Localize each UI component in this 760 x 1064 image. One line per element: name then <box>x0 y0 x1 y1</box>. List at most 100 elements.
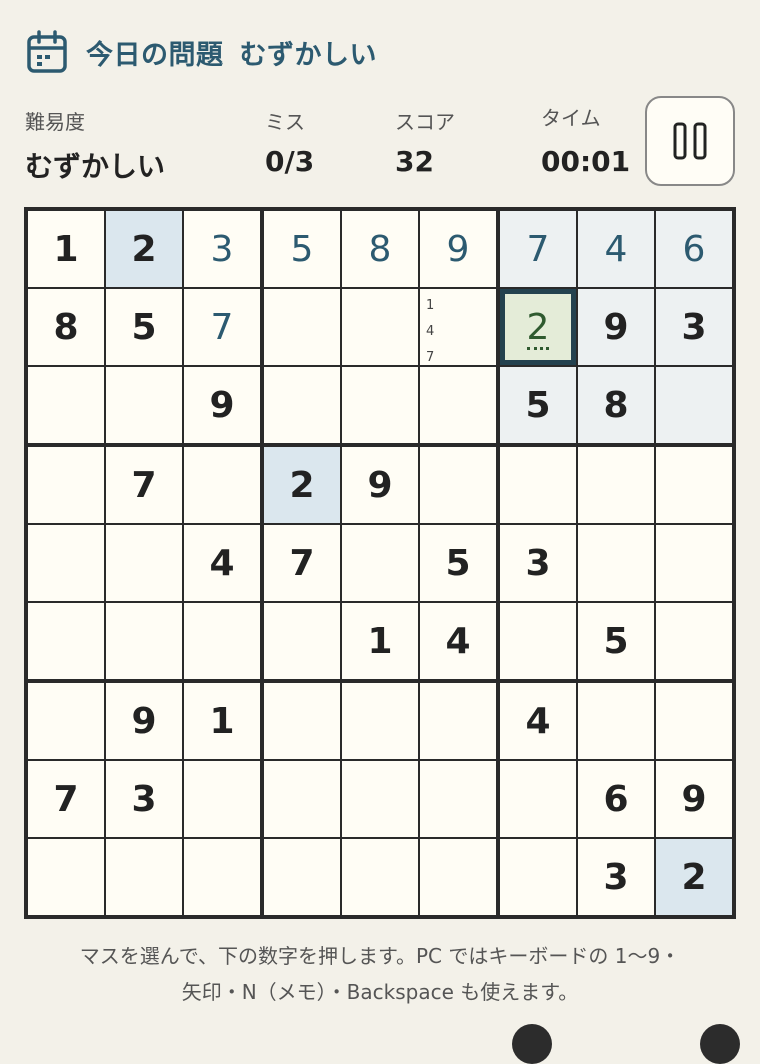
sudoku-cell-r5c6[interactable]: 5 <box>420 525 496 601</box>
sudoku-cell-r3c4[interactable] <box>264 367 340 443</box>
sudoku-cell-r6c2[interactable] <box>106 603 182 679</box>
title-level: むずかしい <box>239 39 377 71</box>
stat-mistakes: ミス 0/3 <box>265 106 314 178</box>
sudoku-cell-r3c8[interactable]: 8 <box>578 367 654 443</box>
sudoku-cell-r9c3[interactable] <box>184 839 260 915</box>
sudoku-cell-r4c7[interactable] <box>500 447 576 523</box>
sudoku-cell-r8c1[interactable]: 7 <box>28 761 104 837</box>
sudoku-cell-r4c5[interactable]: 9 <box>342 447 418 523</box>
sudoku-cell-r1c2[interactable]: 2 <box>106 211 182 287</box>
sudoku-cell-r9c9[interactable]: 2 <box>656 839 732 915</box>
sudoku-cell-r5c7[interactable]: 3 <box>500 525 576 601</box>
sudoku-cell-r7c1[interactable] <box>28 683 104 759</box>
sudoku-cell-r2c4[interactable] <box>264 289 340 365</box>
sudoku-cell-r4c4[interactable]: 2 <box>264 447 340 523</box>
sudoku-cell-r2c6[interactable]: 147 <box>420 289 496 365</box>
sudoku-cell-r8c4[interactable] <box>264 761 340 837</box>
mistakes-value: 0/3 <box>265 145 315 178</box>
sudoku-cell-r8c3[interactable] <box>184 761 260 837</box>
sudoku-cell-r7c5[interactable] <box>342 683 418 759</box>
sudoku-cell-r2c2[interactable]: 5 <box>106 289 182 365</box>
sudoku-cell-r9c5[interactable] <box>342 839 418 915</box>
sudoku-cell-r6c8[interactable]: 5 <box>578 603 654 679</box>
sudoku-cell-r1c9[interactable]: 6 <box>656 211 732 287</box>
sudoku-cell-r2c5[interactable] <box>342 289 418 365</box>
instructions-line-1: マスを選んで、下の数字を押します。PC ではキーボードの 1〜9・ <box>79 944 681 968</box>
sudoku-cell-r7c6[interactable] <box>420 683 496 759</box>
control-button-partial[interactable] <box>700 1024 740 1064</box>
time-label: タイム <box>541 106 601 130</box>
sudoku-cell-r1c6[interactable]: 9 <box>420 211 496 287</box>
stat-difficulty: 難易度 むずかしい <box>25 106 165 185</box>
sudoku-cell-r3c5[interactable] <box>342 367 418 443</box>
sudoku-cell-r6c1[interactable] <box>28 603 104 679</box>
sudoku-cell-r3c7[interactable]: 5 <box>500 367 576 443</box>
stat-score: スコア 32 <box>395 106 455 178</box>
sudoku-cell-r6c5[interactable]: 1 <box>342 603 418 679</box>
sudoku-cell-r5c4[interactable]: 7 <box>264 525 340 601</box>
sudoku-cell-r7c4[interactable] <box>264 683 340 759</box>
sudoku-cell-r6c6[interactable]: 4 <box>420 603 496 679</box>
stat-time: タイム 00:01 <box>541 102 630 178</box>
sudoku-cell-r1c3[interactable]: 3 <box>184 211 260 287</box>
sudoku-cell-r9c4[interactable] <box>264 839 340 915</box>
sudoku-cell-r1c7[interactable]: 7 <box>500 211 576 287</box>
sudoku-cell-r1c1[interactable]: 1 <box>28 211 104 287</box>
sudoku-cell-r6c9[interactable] <box>656 603 732 679</box>
sudoku-cell-r6c7[interactable] <box>500 603 576 679</box>
sudoku-cell-r5c5[interactable] <box>342 525 418 601</box>
sudoku-cell-r8c7[interactable] <box>500 761 576 837</box>
sudoku-cell-r9c7[interactable] <box>500 839 576 915</box>
sudoku-cell-r8c6[interactable] <box>420 761 496 837</box>
sudoku-cell-r6c4[interactable] <box>264 603 340 679</box>
sudoku-cell-r5c1[interactable] <box>28 525 104 601</box>
sudoku-cell-r5c8[interactable] <box>578 525 654 601</box>
sudoku-cell-r4c1[interactable] <box>28 447 104 523</box>
sudoku-cell-r8c2[interactable]: 3 <box>106 761 182 837</box>
sudoku-cell-r7c2[interactable]: 9 <box>106 683 182 759</box>
sudoku-cell-r5c9[interactable] <box>656 525 732 601</box>
sudoku-cell-r3c9[interactable] <box>656 367 732 443</box>
header: 今日の問題 むずかしい <box>26 28 393 76</box>
sudoku-cell-r8c9[interactable]: 9 <box>656 761 732 837</box>
sudoku-cell-r3c3[interactable]: 9 <box>184 367 260 443</box>
sudoku-cell-r7c8[interactable] <box>578 683 654 759</box>
sudoku-cell-r5c2[interactable] <box>106 525 182 601</box>
sudoku-cell-r4c6[interactable] <box>420 447 496 523</box>
sudoku-cell-r1c8[interactable]: 4 <box>578 211 654 287</box>
sudoku-cell-r9c2[interactable] <box>106 839 182 915</box>
sudoku-cell-r1c4[interactable]: 5 <box>264 211 340 287</box>
sudoku-cell-r3c1[interactable] <box>28 367 104 443</box>
sudoku-cell-r3c2[interactable] <box>106 367 182 443</box>
sudoku-cell-r9c1[interactable] <box>28 839 104 915</box>
sudoku-cell-r9c6[interactable] <box>420 839 496 915</box>
sudoku-cell-r4c2[interactable]: 7 <box>106 447 182 523</box>
sudoku-cell-r8c8[interactable]: 6 <box>578 761 654 837</box>
instructions-line-2: 矢印・N（メモ）・Backspace も使えます。 <box>181 980 579 1004</box>
sudoku-cell-r2c8[interactable]: 9 <box>578 289 654 365</box>
sudoku-cell-r3c6[interactable] <box>420 367 496 443</box>
sudoku-cell-r2c9[interactable]: 3 <box>656 289 732 365</box>
sudoku-cell-r8c5[interactable] <box>342 761 418 837</box>
sudoku-cell-r4c3[interactable] <box>184 447 260 523</box>
control-button-partial[interactable] <box>512 1024 552 1064</box>
pause-button[interactable] <box>645 96 735 186</box>
sudoku-cell-r6c3[interactable] <box>184 603 260 679</box>
sudoku-cell-r7c7[interactable]: 4 <box>500 683 576 759</box>
sudoku-cell-r7c9[interactable] <box>656 683 732 759</box>
mistakes-label: ミス <box>265 110 305 134</box>
sudoku-cell-r4c8[interactable] <box>578 447 654 523</box>
difficulty-label: 難易度 <box>25 110 85 134</box>
sudoku-cell-r5c3[interactable]: 4 <box>184 525 260 601</box>
instructions-text: マスを選んで、下の数字を押します。PC ではキーボードの 1〜9・ 矢印・N（メ… <box>24 938 736 1010</box>
sudoku-cell-r4c9[interactable] <box>656 447 732 523</box>
score-label: スコア <box>395 110 455 134</box>
sudoku-board: 1235897468571472939587294753145914736932 <box>24 207 736 919</box>
sudoku-cell-r1c5[interactable]: 8 <box>342 211 418 287</box>
sudoku-cell-r2c3[interactable]: 7 <box>184 289 260 365</box>
sudoku-cell-r7c3[interactable]: 1 <box>184 683 260 759</box>
sudoku-cell-r2c1[interactable]: 8 <box>28 289 104 365</box>
sudoku-cell-r2c7[interactable]: 2 <box>500 289 576 365</box>
sudoku-cell-r9c8[interactable]: 3 <box>578 839 654 915</box>
pause-icon <box>673 122 707 160</box>
